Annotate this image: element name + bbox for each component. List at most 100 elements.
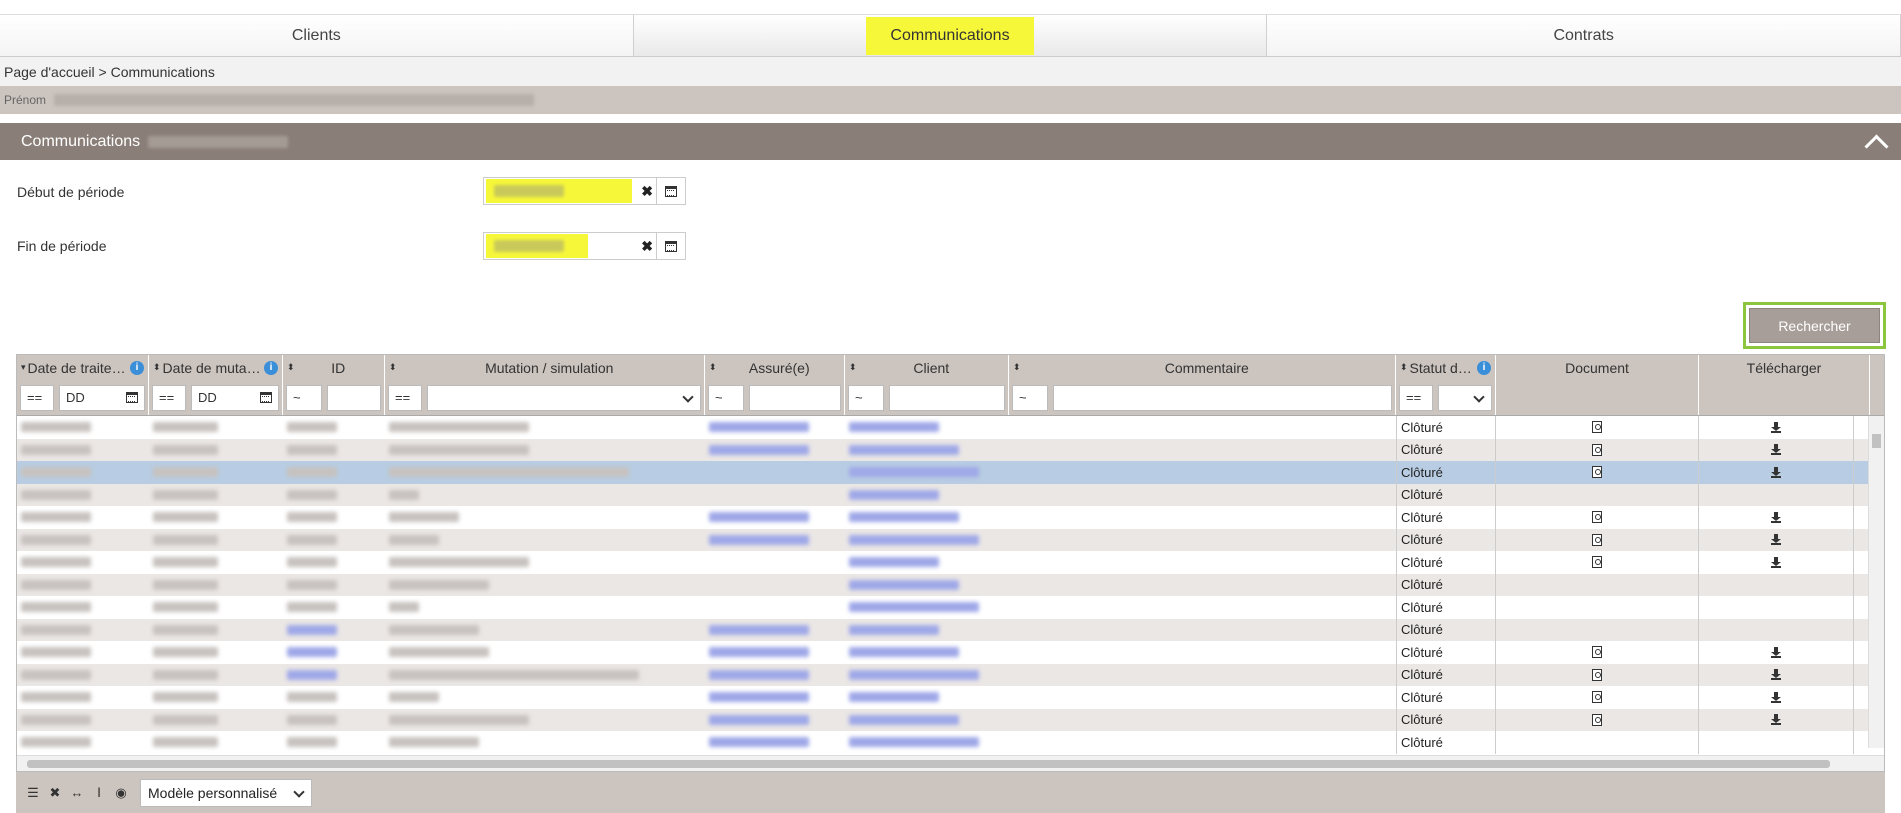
chevron-up-icon[interactable] xyxy=(1865,131,1887,153)
document-icon[interactable] xyxy=(1592,466,1602,479)
cell-client[interactable] xyxy=(845,551,1009,574)
cell-assure[interactable] xyxy=(705,506,845,529)
calendar-button[interactable] xyxy=(656,233,685,259)
close-icon[interactable]: ✖ xyxy=(48,785,62,801)
cell-assure[interactable] xyxy=(705,529,845,552)
table-row[interactable]: Clôturé xyxy=(17,596,1884,619)
info-icon[interactable]: i xyxy=(264,360,278,375)
cell-client[interactable] xyxy=(845,574,1009,597)
cell-client[interactable] xyxy=(845,461,1009,484)
download-icon[interactable] xyxy=(1771,691,1781,703)
table-row[interactable]: Clôturé xyxy=(17,528,1884,552)
filter-operator[interactable]: == xyxy=(20,384,54,411)
cell-telecharger[interactable] xyxy=(1699,461,1854,484)
table-row[interactable]: Clôturé xyxy=(17,438,1884,462)
column-header-statut[interactable]: ⬍ Statut de… i xyxy=(1396,355,1496,380)
cell-client[interactable] xyxy=(845,619,1009,642)
end-period-value[interactable] xyxy=(486,234,588,258)
start-period-value[interactable] xyxy=(486,179,632,203)
document-icon[interactable] xyxy=(1592,511,1602,524)
cell-assure[interactable] xyxy=(705,619,845,642)
cell-telecharger[interactable] xyxy=(1699,663,1854,686)
filter-operator[interactable]: ~ xyxy=(848,384,884,411)
horizontal-scrollbar[interactable] xyxy=(17,755,1884,771)
column-header-assure[interactable]: ⬍ Assuré(e) xyxy=(705,355,845,380)
table-row[interactable]: Clôturé xyxy=(17,461,1884,484)
filter-operator[interactable]: ~ xyxy=(286,384,322,411)
cell-client[interactable] xyxy=(845,529,1009,552)
column-header-client[interactable]: ⬍ Client xyxy=(845,355,1009,380)
cell-telecharger[interactable] xyxy=(1699,416,1854,439)
cell-id[interactable] xyxy=(283,619,385,642)
tab-communications[interactable]: Communications xyxy=(633,15,1268,56)
document-icon[interactable] xyxy=(1592,646,1602,659)
cell-document[interactable] xyxy=(1496,438,1699,461)
column-header-date-traitement[interactable]: ▾ Date de traite… i xyxy=(17,355,149,380)
cell-client[interactable] xyxy=(845,439,1009,462)
cell-client[interactable] xyxy=(845,416,1009,439)
filter-operator[interactable]: ~ xyxy=(708,384,744,411)
filter-operator[interactable]: ~ xyxy=(1012,384,1048,411)
cell-assure[interactable] xyxy=(705,439,845,462)
table-row[interactable]: Clôturé xyxy=(17,573,1884,597)
download-icon[interactable] xyxy=(1771,556,1781,568)
cell-document[interactable] xyxy=(1496,416,1699,439)
download-icon[interactable] xyxy=(1771,511,1781,523)
clear-icon[interactable]: ✖ xyxy=(641,183,653,200)
document-icon[interactable] xyxy=(1592,443,1602,456)
document-icon[interactable] xyxy=(1592,713,1602,726)
filter-date-input[interactable]: DD xyxy=(59,384,145,411)
filter-operator[interactable]: == xyxy=(152,384,186,411)
resize-columns-icon[interactable]: ↔ xyxy=(70,785,84,800)
filter-mutation-select[interactable] xyxy=(427,384,701,411)
cell-client[interactable] xyxy=(845,484,1009,507)
download-icon[interactable] xyxy=(1771,466,1781,478)
filter-commentaire-input[interactable] xyxy=(1053,384,1392,411)
document-icon[interactable] xyxy=(1592,668,1602,681)
document-icon[interactable] xyxy=(1592,421,1602,434)
cell-assure[interactable] xyxy=(705,664,845,687)
filter-client-input[interactable] xyxy=(889,384,1005,411)
cell-assure[interactable] xyxy=(705,731,845,754)
document-icon[interactable] xyxy=(1592,533,1602,546)
table-row[interactable]: Clôturé xyxy=(17,551,1884,574)
cell-assure[interactable] xyxy=(705,416,845,439)
clear-icon[interactable]: ✖ xyxy=(641,238,653,255)
column-header-id[interactable]: ⬍ ID xyxy=(283,355,385,380)
cell-document[interactable] xyxy=(1496,506,1699,529)
cell-document[interactable] xyxy=(1496,461,1699,484)
cell-document[interactable] xyxy=(1496,641,1699,664)
filter-assure-input[interactable] xyxy=(749,384,841,411)
calendar-icon[interactable] xyxy=(126,391,138,403)
cell-telecharger[interactable] xyxy=(1699,641,1854,664)
download-icon[interactable] xyxy=(1771,646,1781,658)
filter-id-input[interactable] xyxy=(327,384,381,411)
info-icon[interactable]: i xyxy=(130,360,144,375)
text-height-icon[interactable]: Ⅰ xyxy=(92,785,106,801)
table-row[interactable]: Clôturé xyxy=(17,416,1884,439)
cell-telecharger[interactable] xyxy=(1699,506,1854,529)
table-row[interactable]: Clôturé xyxy=(17,708,1884,731)
document-icon[interactable] xyxy=(1592,691,1602,704)
cell-telecharger[interactable] xyxy=(1699,686,1854,709)
cell-client[interactable] xyxy=(845,686,1009,709)
table-row[interactable]: Clôturé xyxy=(17,506,1884,529)
cell-document[interactable] xyxy=(1496,663,1699,686)
list-icon[interactable]: ☰ xyxy=(26,785,40,801)
document-icon[interactable] xyxy=(1592,556,1602,569)
filter-operator[interactable]: == xyxy=(1399,384,1433,411)
cell-client[interactable] xyxy=(845,731,1009,754)
cell-document[interactable] xyxy=(1496,686,1699,709)
filter-statut-select[interactable] xyxy=(1438,384,1492,411)
table-row[interactable]: Clôturé xyxy=(17,731,1884,754)
column-header-date-mutation[interactable]: ⬍ Date de muta… i xyxy=(149,355,283,380)
table-row[interactable]: Clôturé xyxy=(17,686,1884,709)
table-row[interactable]: Clôturé xyxy=(17,663,1884,687)
vertical-scrollbar[interactable] xyxy=(1868,416,1884,748)
start-period-field[interactable]: ✖ xyxy=(483,177,686,205)
download-icon[interactable] xyxy=(1771,534,1781,546)
download-icon[interactable] xyxy=(1771,714,1781,726)
cell-client[interactable] xyxy=(845,596,1009,619)
table-row[interactable]: Clôturé xyxy=(17,483,1884,507)
model-select[interactable]: Modèle personnalisé xyxy=(140,778,312,807)
